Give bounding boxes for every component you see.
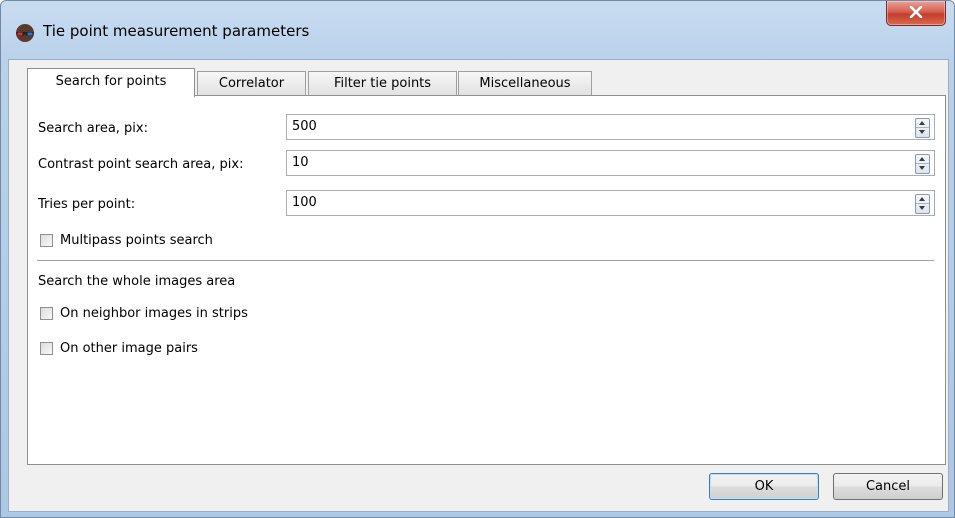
tab-panel-search-for-points: Search area, pix: 500 Contrast point sea… [27, 95, 946, 465]
arrow-down-icon[interactable] [919, 130, 925, 134]
other-pairs-label[interactable]: On other image pairs [60, 341, 198, 356]
tries-per-point-value: 100 [292, 195, 317, 210]
dialog-window: Tie point measurement parameters Search … [0, 0, 955, 518]
tab-miscellaneous[interactable]: Miscellaneous [458, 71, 592, 96]
cancel-button[interactable]: Cancel [833, 473, 943, 500]
spin-arrows[interactable] [915, 118, 930, 138]
close-icon [909, 6, 923, 18]
multipass-label[interactable]: Multipass points search [60, 233, 213, 248]
tab-search-for-points[interactable]: Search for points [27, 68, 195, 97]
title-bar[interactable]: Tie point measurement parameters [1, 1, 954, 59]
tab-label: Filter tie points [333, 76, 432, 91]
dialog-client-area: Search for points Correlator Filter tie … [8, 59, 949, 512]
neighbor-images-label[interactable]: On neighbor images in strips [60, 306, 248, 321]
tries-per-point-label: Tries per point: [38, 197, 136, 212]
arrow-up-icon[interactable] [919, 197, 925, 201]
neighbor-images-checkbox[interactable] [40, 307, 53, 320]
window-title: Tie point measurement parameters [43, 22, 310, 40]
search-area-spinbox[interactable]: 500 [286, 114, 935, 140]
contrast-search-area-spinbox[interactable]: 10 [286, 150, 935, 176]
tab-label: Correlator [218, 76, 285, 91]
spin-arrows[interactable] [915, 194, 930, 214]
stereo-glasses-icon [16, 24, 34, 42]
other-pairs-checkbox[interactable] [40, 342, 53, 355]
close-button[interactable] [886, 1, 946, 26]
arrow-down-icon[interactable] [919, 206, 925, 210]
tries-per-point-spinbox[interactable]: 100 [286, 190, 935, 216]
arrow-up-icon[interactable] [919, 121, 925, 125]
multipass-checkbox[interactable] [40, 234, 53, 247]
search-area-label: Search area, pix: [38, 121, 148, 136]
arrow-down-icon[interactable] [919, 166, 925, 170]
contrast-search-area-label: Contrast point search area, pix: [38, 157, 244, 172]
tab-correlator[interactable]: Correlator [197, 71, 306, 96]
contrast-search-area-value: 10 [292, 155, 309, 170]
section-divider [37, 260, 934, 262]
tab-label: Miscellaneous [479, 76, 571, 91]
tab-filter-tie-points[interactable]: Filter tie points [308, 71, 457, 96]
tab-label: Search for points [55, 74, 167, 89]
search-area-value: 500 [292, 119, 317, 134]
spin-arrows[interactable] [915, 154, 930, 174]
arrow-up-icon[interactable] [919, 157, 925, 161]
whole-area-heading: Search the whole images area [38, 274, 236, 289]
ok-button[interactable]: OK [709, 473, 819, 500]
